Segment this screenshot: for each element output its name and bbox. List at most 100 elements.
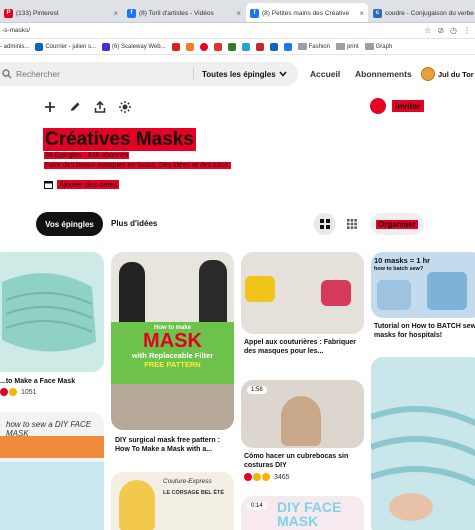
pinterest-bookmark-icon[interactable] [199,42,208,51]
user-profile-link[interactable]: Jul du Tor [421,64,474,84]
grid-view-default-button[interactable] [314,213,336,235]
banner-sub-text: with Replaceable Filter [131,351,214,360]
bookmark-item[interactable]: (6) Scaleway Web... [102,42,166,51]
bookmark-green-icon[interactable] [227,42,236,51]
bookmark-label: Fashion [308,43,330,50]
browser-tab-active[interactable]: f (8) Petites mains des Créative × [246,3,368,22]
search-filter-dropdown[interactable]: Toutes les épingles [202,62,287,86]
search-input[interactable]: Rechercher [16,69,60,79]
avatar [421,67,435,81]
bookmark-label: print [346,43,359,50]
bookmark-folder[interactable]: Graph [364,43,393,50]
pin-reactions: 3465 [244,473,290,481]
linkedin-icon[interactable] [269,42,278,51]
search-bar[interactable]: Rechercher Toutes les épingles [0,62,298,86]
bookmark-red-icon[interactable] [213,42,222,51]
menu-icon[interactable]: ⋮ [463,26,471,35]
diy-overlay-text: DIY FACE MASK [277,499,342,529]
more-ideas-icon[interactable] [118,100,132,114]
banner-free-text: FREE PATTERN [144,360,201,369]
bookmark-label: (6) Scaleway Web... [112,43,166,50]
bookmark-folder[interactable]: print [335,43,359,50]
browser-tab[interactable]: c coudre - Conjugaison du verbe [369,3,475,22]
grid-small-icon [347,219,357,229]
heart-reaction-icon [0,388,8,396]
heart-reaction-icon [244,473,252,481]
search-icon [2,69,12,79]
board-description: Faire des beaux masques en tissus. Des i… [44,162,232,169]
share-icon[interactable] [93,100,107,114]
add-dates-button[interactable]: Ajouter des dates [44,180,120,189]
fabric-photo [0,462,104,530]
conjugaison-icon: c [373,8,382,18]
clock-icon[interactable]: ◷ [450,26,457,35]
pin-image-diy-face-mask[interactable]: 0:14 DIY FACE MASK [241,496,364,530]
laugh-reaction-icon [262,473,270,481]
browser-tab[interactable]: P (133) Pinterest × [0,3,122,22]
chevron-down-icon [279,71,287,77]
tab-label: (8) Petites mains des Créative [262,9,350,17]
calendar-icon [44,181,53,189]
pin-image-fabric-pleats[interactable] [371,357,475,530]
pin-title[interactable]: Tutorial on How to BATCH sew masks for h… [374,322,475,340]
tab-vos-epingles[interactable]: Vos épingles [36,212,103,236]
pin-title[interactable]: Appel aux couturières : Fabriquer des ma… [244,338,364,356]
bookmark-item[interactable]: Courrier - julien s... [35,42,97,51]
pin-image-couture-express[interactable]: Couture-Express LE CORSAGE BEL ÉTÉ [111,472,234,530]
reaction-count: 1051 [21,388,37,396]
youtube-icon[interactable] [171,42,180,51]
add-dates-label: Ajouter des dates [57,180,120,189]
bookmark-folder[interactable]: Fashion [297,43,330,50]
organise-button[interactable]: Organiser [370,213,424,235]
pin-image-diy-mask[interactable]: how to sew a DIY FACE MASK [0,412,104,530]
tab-plus-idees[interactable]: Plus d'idées [111,219,157,228]
bookmark-label: - adminis... [0,43,30,50]
bookmark-blue-icon[interactable] [241,42,250,51]
invite-button[interactable]: Inviter [370,98,424,114]
pin-reactions: 1051 [0,388,37,396]
pinterest-header: Rechercher Toutes les épingles Accueil A… [0,56,475,92]
bookmark-label: Courrier - julien s... [45,43,97,50]
green-banner: How to make MASK with Replaceable Filter… [111,322,234,384]
mask-blue-large [427,272,467,310]
plus-icon[interactable] [43,100,57,114]
batch-overlay-sub: how to batch sew? [374,266,424,272]
pin-image-replaceable-filter[interactable]: How to make MASK with Replaceable Filter… [111,252,234,430]
star-icon[interactable]: ☆ [424,26,431,35]
pin-title[interactable]: DIY surgical mask free pattern : How To … [115,436,233,454]
filter-label: Toutes les épingles [202,69,276,79]
pin-image-couturieres[interactable] [241,252,364,334]
close-tab-icon[interactable]: × [233,9,241,18]
tab-label: coudre - Conjugaison du verbe [385,9,474,17]
address-bar[interactable]: -s-masks/ ☆ ⊘ ◷ ⋮ [0,23,475,39]
close-tab-icon[interactable]: × [110,9,118,18]
pinterest-icon: P [4,8,13,18]
close-tab-icon[interactable]: × [356,9,364,18]
facebook-icon: f [127,8,136,18]
grid-large-icon [320,219,330,229]
browser-tab[interactable]: f (8) Toril d'artistes - Vidéos × [123,3,245,22]
extension-icon[interactable]: ⊘ [437,26,444,35]
nav-accueil[interactable]: Accueil [310,69,340,79]
mask-closeup-photo [111,384,234,430]
bookmark-orange-icon[interactable] [185,42,194,51]
video-duration: 0:14 [247,502,267,510]
pin-image-batch-sew[interactable]: 10 masks = 1 hr how to batch sew? [371,252,475,318]
board-tabs: Vos épingles Plus d'idées Organiser [0,210,475,238]
banner-big-text: MASK [143,330,202,352]
nav-abonnements[interactable]: Abonnements [355,69,412,79]
bookmark-red2-icon[interactable] [255,42,264,51]
grid-view-compact-button[interactable] [341,213,363,235]
search-divider [193,68,194,80]
pin-title[interactable]: Cómo hacer un cubrebocas sin costuras DI… [244,452,364,470]
edit-pencil-icon[interactable] [68,100,82,114]
pin-image-cubrebocas[interactable]: 1:58 [241,380,364,448]
tab-label: (133) Pinterest [16,9,59,17]
bookmark-label: Graph [375,43,393,50]
bookmark-item[interactable]: - adminis... [0,44,29,50]
pin-image-mask[interactable] [0,252,104,372]
pin-title[interactable]: ...to Make a Face Mask [0,377,104,386]
facebook-bookmark-icon[interactable] [283,42,292,51]
orange-banner [0,436,104,458]
facebook-icon: f [250,8,259,18]
